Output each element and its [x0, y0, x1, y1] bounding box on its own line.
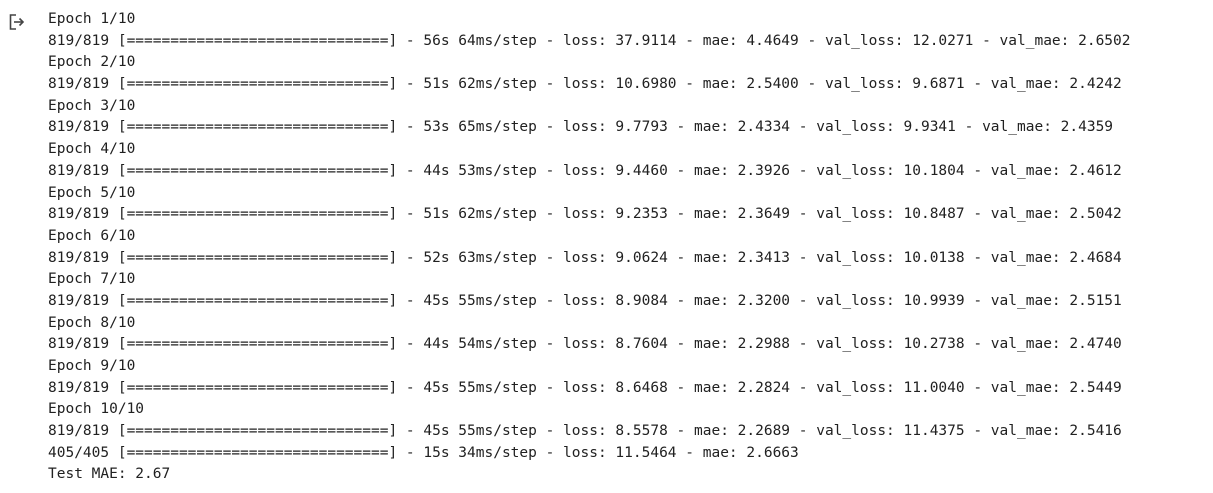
- output-line-progress-10: 819/819 [==============================]…: [48, 423, 1122, 440]
- output-line-test-mae: Test MAE: 2.67: [48, 466, 171, 483]
- output-line-progress-2: 819/819 [==============================]…: [48, 76, 1122, 93]
- output-line-progress-9: 819/819 [==============================]…: [48, 379, 1122, 396]
- output-line-evaluate: 405/405 [==============================]…: [48, 444, 799, 461]
- output-line-epoch-1: Epoch 1/10: [48, 11, 136, 27]
- output-line-progress-1: 819/819 [==============================]…: [48, 32, 1131, 49]
- output-line-epoch-2: Epoch 2/10: [48, 54, 136, 71]
- output-line-progress-4: 819/819 [==============================]…: [48, 162, 1122, 179]
- output-line-progress-5: 819/819 [==============================]…: [48, 206, 1122, 223]
- output-line-epoch-10: Epoch 10/10: [48, 401, 145, 418]
- cell-output-area: Epoch 1/10 819/819 [=====================…: [0, 0, 1213, 493]
- output-line-epoch-9: Epoch 9/10: [48, 358, 136, 374]
- output-redirect-icon[interactable]: [8, 13, 26, 31]
- output-line-epoch-6: Epoch 6/10: [48, 227, 136, 244]
- output-line-progress-7: 819/819 [==============================]…: [48, 292, 1122, 309]
- output-line-progress-3: 819/819 [==============================]…: [48, 119, 1114, 136]
- output-line-epoch-4: Epoch 4/10: [48, 141, 136, 158]
- cell-output-text: Epoch 1/10 819/819 [=====================…: [48, 9, 1131, 486]
- output-line-epoch-5: Epoch 5/10: [48, 184, 136, 201]
- output-line-epoch-3: Epoch 3/10: [48, 97, 136, 114]
- output-line-epoch-7: Epoch 7/10: [48, 271, 136, 288]
- output-line-epoch-8: Epoch 8/10: [48, 314, 136, 331]
- output-line-progress-6: 819/819 [==============================]…: [48, 249, 1122, 266]
- output-line-progress-8: 819/819 [==============================]…: [48, 336, 1122, 353]
- output-redirect-icon-svg: [9, 14, 25, 30]
